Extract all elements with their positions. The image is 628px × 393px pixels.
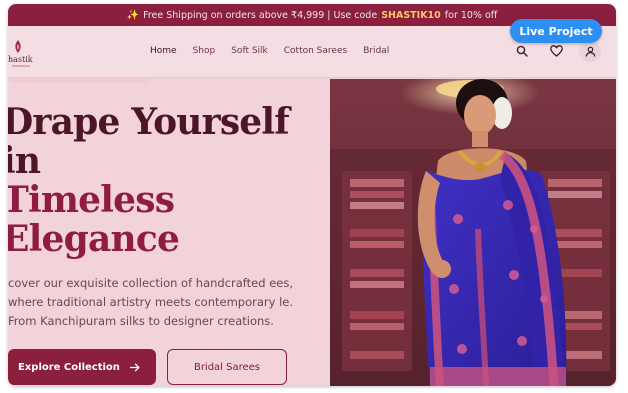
explore-collection-label: Explore Collection <box>18 361 120 373</box>
lotus-logo-icon <box>15 40 21 53</box>
main-menu: Home Shop Soft Silk Cotton Sarees Bridal <box>150 46 405 56</box>
hero-image <box>330 79 616 386</box>
hero-description: cover our exquisite collection of handcr… <box>8 276 294 328</box>
brand-name: hastik <box>8 55 33 64</box>
headline-line-2: in <box>8 140 41 182</box>
user-icon[interactable] <box>579 40 601 62</box>
headline-line-4: Elegance <box>8 218 180 260</box>
brand-logo[interactable]: hastik <box>8 40 38 70</box>
nav-soft-silk[interactable]: Soft Silk <box>231 46 268 56</box>
nav-bridal[interactable]: Bridal <box>363 46 389 56</box>
promo-code: SHASTIK10 <box>381 9 441 21</box>
brand-tagline-line <box>12 65 30 67</box>
arrow-right-icon <box>129 363 140 371</box>
search-icon[interactable] <box>511 40 533 62</box>
headline-line-1: Drape Yourself <box>8 101 290 143</box>
live-project-badge[interactable]: Live Project <box>510 19 602 43</box>
sparkle-icon: ✨ <box>126 9 140 21</box>
nav-shop[interactable]: Shop <box>193 46 216 56</box>
hero-text-panel: Drape Yourself in Timeless Elegance cove… <box>8 77 330 386</box>
nav-home[interactable]: Home <box>150 46 177 56</box>
promo-text: Free Shipping on orders above ₹4,999 | U… <box>143 9 378 21</box>
bridal-sarees-label: Bridal Sarees <box>193 361 261 373</box>
hero-badge <box>8 77 152 83</box>
promo-suffix: for 10% off <box>444 9 498 21</box>
explore-collection-button[interactable]: Explore Collection <box>8 349 156 385</box>
hero-headline: Drape Yourself in Timeless Elegance <box>8 103 342 259</box>
heart-icon[interactable] <box>545 40 567 62</box>
nav-cotton-sarees[interactable]: Cotton Sarees <box>284 46 347 56</box>
headline-line-3: Timeless <box>8 179 175 221</box>
bridal-sarees-button[interactable]: Bridal Sarees <box>167 349 287 385</box>
browser-frame: ✨ Free Shipping on orders above ₹4,999 |… <box>8 4 616 386</box>
